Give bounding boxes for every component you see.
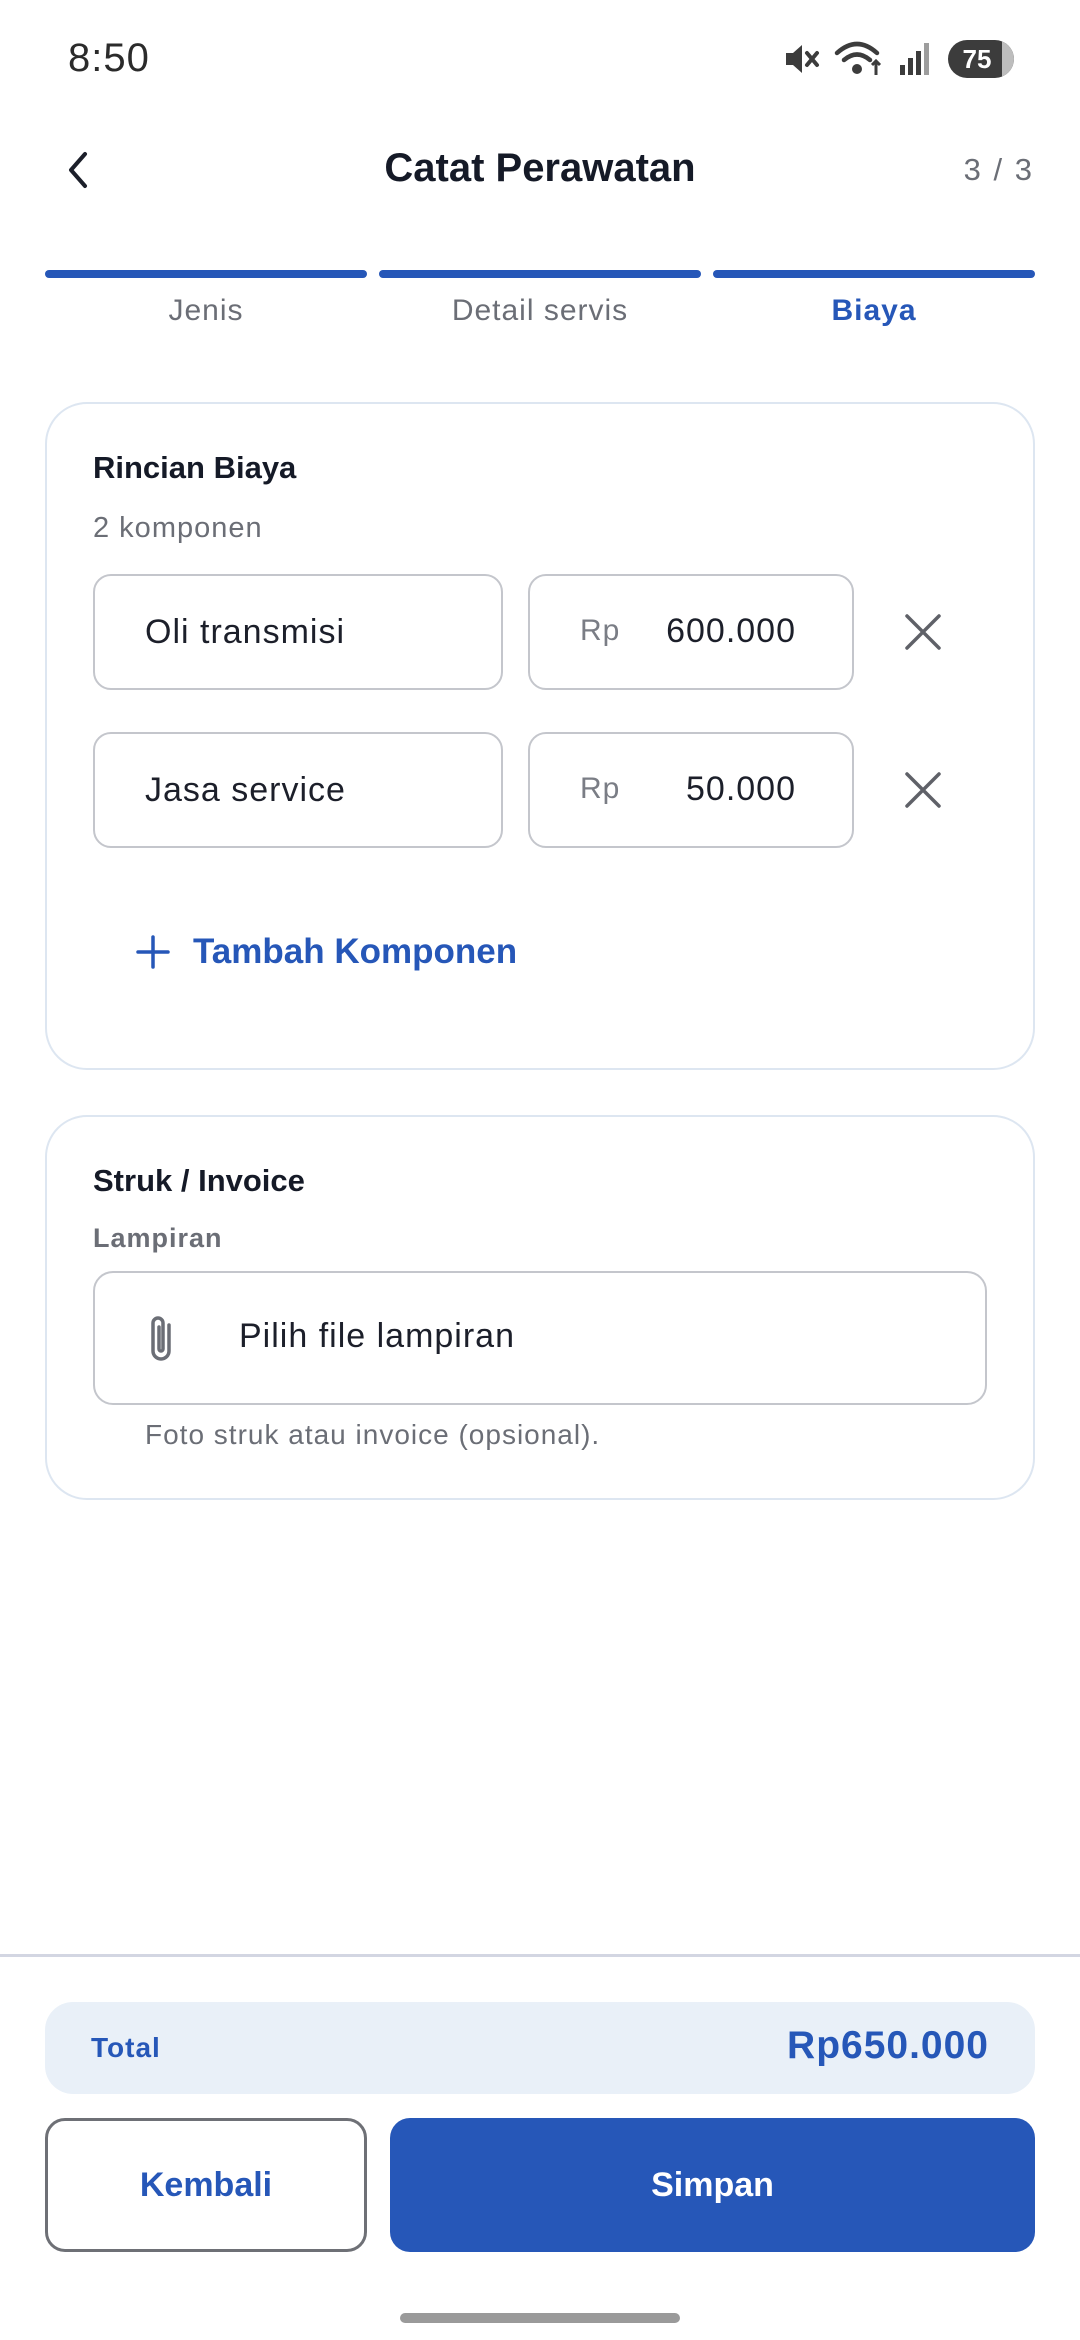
attachment-picker[interactable]: Pilih file lampiran — [93, 1271, 987, 1405]
component-count: 2 komponen — [93, 512, 263, 544]
save-button[interactable]: Simpan — [390, 2118, 1035, 2252]
plus-icon — [136, 935, 170, 969]
item-amount-field[interactable]: Rp 50.000 — [528, 732, 854, 848]
back-step-button[interactable]: Kembali — [45, 2118, 367, 2252]
signal-icon — [900, 43, 929, 75]
attachment-label: Lampiran — [93, 1223, 223, 1253]
divider — [0, 1954, 1080, 1957]
cost-details-card: Rincian Biaya 2 komponen Oli transmisi R… — [45, 402, 1035, 1070]
add-component-label: Tambah Komponen — [193, 932, 518, 971]
step-jenis[interactable]: Jenis — [45, 270, 367, 328]
cost-item-row: Jasa service Rp 50.000 — [93, 732, 993, 848]
receipt-card: Struk / Invoice Lampiran Pilih file lamp… — [45, 1115, 1035, 1500]
app-bar: Catat Perawatan 3 / 3 — [0, 120, 1080, 220]
status-icons: 75 — [780, 36, 1014, 82]
status-time: 8:50 — [68, 36, 150, 80]
close-icon — [905, 614, 941, 650]
amount-value: 50.000 — [686, 770, 796, 808]
add-component-button[interactable]: Tambah Komponen — [135, 932, 517, 972]
screen: 8:50 75 Catat Perawatan 3 / 3 Jenis Deta… — [0, 0, 1080, 2340]
helper-text: Foto struk atau invoice (opsional). — [145, 1419, 601, 1450]
step-counter: 3 / 3 — [963, 152, 1034, 187]
step-label: Biaya — [831, 294, 917, 327]
item-amount-field[interactable]: Rp 600.000 — [528, 574, 854, 690]
remove-item-button[interactable] — [893, 602, 953, 662]
step-label: Detail servis — [451, 294, 629, 327]
step-label: Jenis — [168, 294, 244, 327]
item-name-field[interactable]: Oli transmisi — [93, 574, 503, 690]
total-bar: Total Rp650.000 — [45, 2002, 1035, 2094]
step-bar — [713, 270, 1035, 278]
page-title: Catat Perawatan — [384, 146, 696, 190]
step-detail-servis[interactable]: Detail servis — [379, 270, 701, 328]
stepper: Jenis Detail servis Biaya — [45, 270, 1035, 328]
currency-prefix: Rp — [580, 772, 621, 805]
paperclip-icon — [151, 1316, 171, 1361]
total-label: Total — [91, 2032, 161, 2063]
total-value: Rp650.000 — [787, 2024, 989, 2067]
item-name-field[interactable]: Jasa service — [93, 732, 503, 848]
battery-level: 75 — [962, 43, 992, 74]
currency-prefix: Rp — [580, 614, 621, 647]
step-bar — [45, 270, 367, 278]
home-indicator[interactable] — [400, 2313, 680, 2323]
wifi-icon — [834, 41, 882, 75]
card-title: Rincian Biaya — [93, 450, 297, 485]
step-bar — [379, 270, 701, 278]
close-icon — [905, 772, 941, 808]
battery-icon: 75 — [948, 40, 1014, 78]
step-biaya[interactable]: Biaya — [713, 270, 1035, 328]
remove-item-button[interactable] — [893, 760, 953, 820]
amount-value: 600.000 — [666, 612, 796, 650]
mute-icon — [786, 45, 819, 73]
card-title: Struk / Invoice — [93, 1163, 305, 1198]
status-bar: 8:50 75 — [0, 0, 1080, 120]
attachment-placeholder: Pilih file lampiran — [239, 1317, 515, 1355]
cost-item-row: Oli transmisi Rp 600.000 — [93, 574, 993, 690]
